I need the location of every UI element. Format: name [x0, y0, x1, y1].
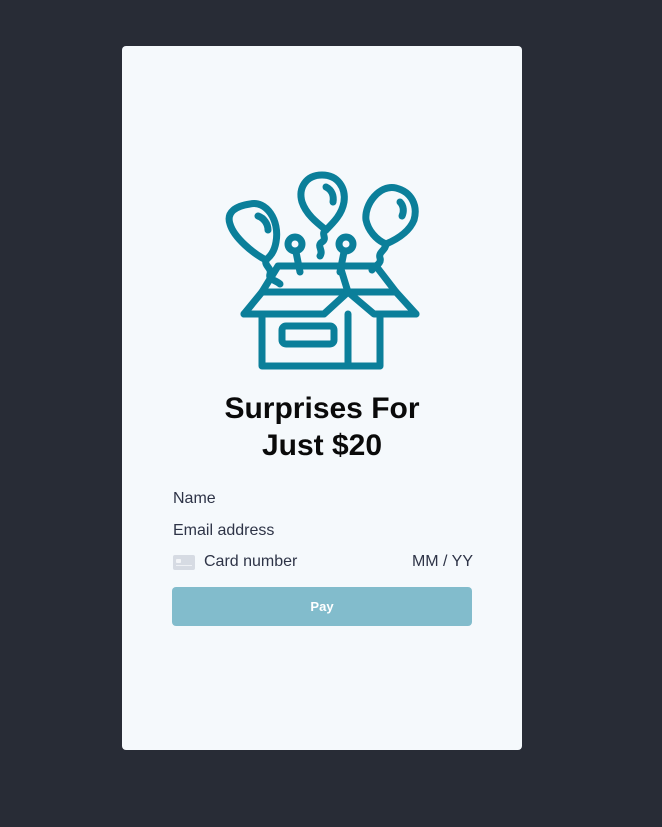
title-line-2: Just $20: [261, 429, 383, 462]
name-field[interactable]: Name: [173, 489, 473, 509]
title-line-1: Surprises For: [224, 392, 420, 425]
gift-box-with-balloons-icon: [225, 171, 420, 370]
card-number-field[interactable]: Card number: [204, 552, 297, 572]
card-field[interactable]: Card number MM / YY: [173, 552, 473, 572]
credit-card-icon: [173, 555, 195, 570]
name-placeholder: Name: [173, 490, 216, 507]
checkout-card: Surprises For Just $20 Name Email addres…: [122, 46, 522, 750]
email-field[interactable]: Email address: [173, 521, 473, 541]
pay-button[interactable]: Pay: [172, 587, 472, 626]
email-placeholder: Email address: [173, 522, 275, 539]
page-title: Surprises For Just $20: [122, 390, 522, 464]
expiry-field[interactable]: MM / YY: [412, 552, 473, 572]
